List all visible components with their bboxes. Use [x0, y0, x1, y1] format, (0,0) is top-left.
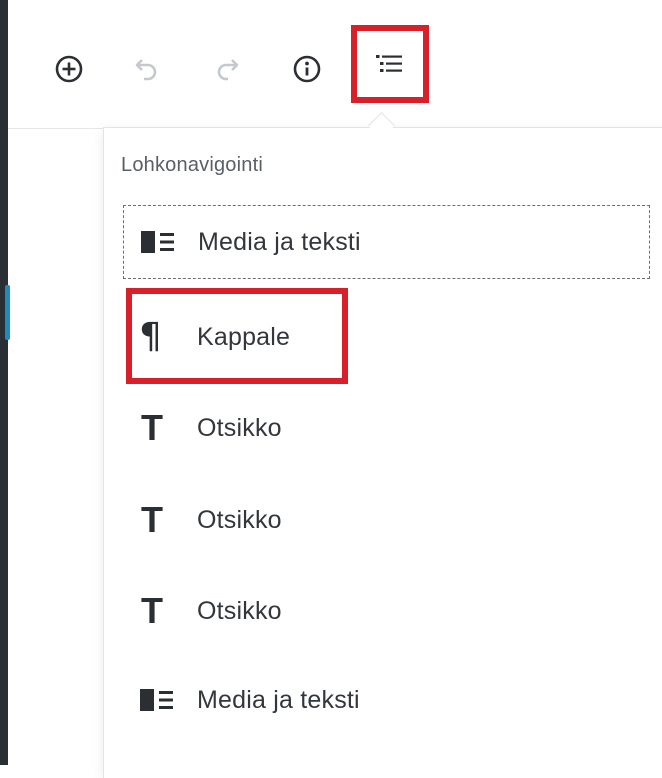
editor-left-edge	[0, 0, 8, 765]
heading-icon: T	[141, 407, 163, 448]
add-block-button[interactable]	[46, 46, 92, 92]
editor-toolbar	[8, 0, 662, 129]
heading-icon: T	[141, 590, 163, 631]
popover-title: Lohkonavigointi	[121, 154, 263, 176]
nav-item-media-text[interactable]: Media ja teksti	[123, 663, 650, 737]
redo-button[interactable]	[204, 46, 250, 92]
nav-item-label: Media ja teksti	[198, 227, 361, 256]
media-text-icon	[140, 220, 184, 264]
nav-item-label: Otsikko	[197, 596, 282, 625]
info-button[interactable]	[284, 46, 330, 92]
block-navigation-button[interactable]	[351, 25, 429, 103]
nav-item-label: Otsikko	[197, 505, 282, 534]
heading-icon: T	[141, 499, 163, 540]
highlight-box	[126, 288, 348, 384]
editor-edge-accent	[5, 285, 10, 340]
nav-item-heading[interactable]: T Otsikko	[123, 483, 650, 557]
redo-icon	[217, 59, 239, 81]
undo-icon	[135, 59, 157, 81]
nav-item-label: Otsikko	[197, 413, 282, 442]
nav-item-media-text-selected[interactable]: Media ja teksti	[123, 205, 650, 279]
info-icon	[293, 55, 321, 83]
nav-item-heading[interactable]: T Otsikko	[123, 391, 650, 465]
list-view-icon	[376, 55, 402, 72]
media-text-icon	[139, 678, 183, 722]
undo-button[interactable]	[124, 46, 170, 92]
plus-circle-icon	[55, 55, 83, 83]
nav-item-heading[interactable]: T Otsikko	[123, 574, 650, 648]
nav-item-label: Media ja teksti	[197, 685, 360, 714]
